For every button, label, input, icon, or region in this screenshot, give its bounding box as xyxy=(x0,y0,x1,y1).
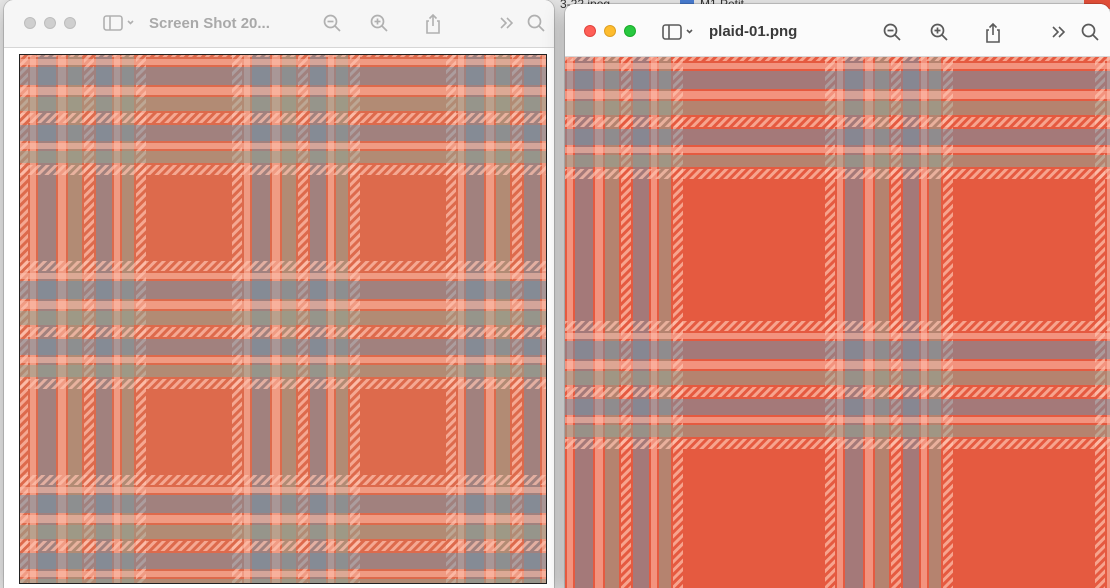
sidebar-icon xyxy=(661,22,695,42)
zoom-out-icon xyxy=(322,13,342,33)
sidebar-toggle-button[interactable] xyxy=(661,22,695,42)
share-button[interactable] xyxy=(984,22,1002,44)
window-controls xyxy=(584,25,636,37)
plaid-image-left xyxy=(19,54,547,584)
share-button[interactable] xyxy=(424,13,442,35)
window-title: plaid-01.png xyxy=(709,23,798,40)
sidebar-toggle-button[interactable] xyxy=(102,13,136,33)
titlebar[interactable]: Screen Shot 20... xyxy=(4,0,554,48)
search-button[interactable] xyxy=(1080,22,1100,42)
plaid-pattern-right xyxy=(565,57,1110,588)
zoom-in-button[interactable] xyxy=(369,13,389,33)
close-button[interactable] xyxy=(24,17,36,29)
close-button[interactable] xyxy=(584,25,596,37)
minimize-button[interactable] xyxy=(44,17,56,29)
image-viewer[interactable] xyxy=(565,57,1110,588)
zoom-out-button[interactable] xyxy=(882,22,902,42)
zoom-out-icon xyxy=(882,22,902,42)
preview-window-left[interactable]: Screen Shot 20... xyxy=(4,0,554,588)
zoom-in-icon xyxy=(369,13,389,33)
search-icon xyxy=(526,13,546,33)
minimize-button[interactable] xyxy=(604,25,616,37)
maximize-button[interactable] xyxy=(64,17,76,29)
plaid-pattern-left xyxy=(20,55,546,583)
zoom-in-button[interactable] xyxy=(929,22,949,42)
zoom-in-icon xyxy=(929,22,949,42)
search-button[interactable] xyxy=(526,13,546,33)
chevron-double-right-icon xyxy=(498,13,514,33)
chevron-double-right-icon xyxy=(1050,22,1066,42)
titlebar[interactable]: plaid-01.png xyxy=(565,4,1110,57)
more-toolbar-button[interactable] xyxy=(1050,22,1066,42)
zoom-out-button[interactable] xyxy=(322,13,342,33)
preview-window-right[interactable]: plaid-01.png xyxy=(565,4,1110,588)
window-title: Screen Shot 20... xyxy=(149,15,270,32)
share-icon xyxy=(424,13,442,35)
window-controls xyxy=(24,17,76,29)
sidebar-icon xyxy=(102,13,136,33)
maximize-button[interactable] xyxy=(624,25,636,37)
more-toolbar-button[interactable] xyxy=(498,13,514,33)
search-icon xyxy=(1080,22,1100,42)
share-icon xyxy=(984,22,1002,44)
image-viewer[interactable] xyxy=(4,48,554,588)
